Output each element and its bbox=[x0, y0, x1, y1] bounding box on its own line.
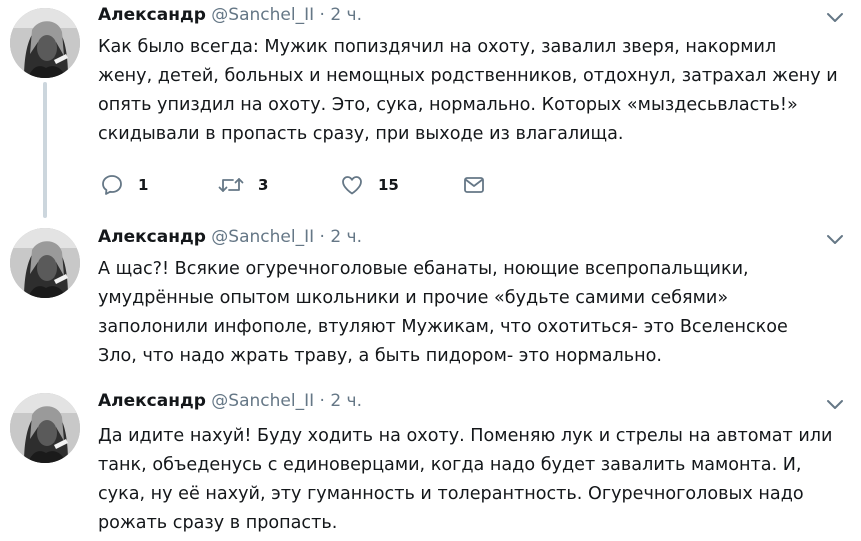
author-name[interactable]: Александр bbox=[98, 5, 206, 25]
tweet-text-line: опять упиздил на охоту. Это, сука, норма… bbox=[98, 95, 798, 115]
avatar-photo-icon bbox=[10, 8, 80, 78]
tweet-text-line: Зло, что надо жрать траву, а быть пидоро… bbox=[98, 346, 663, 366]
tweet-text-line: скидывали в пропасть сразу, при выходе и… bbox=[98, 124, 624, 144]
tweet[interactable]: Александр @Sanchel_II · 2 ч. Да идите на… bbox=[0, 385, 861, 541]
author-name[interactable]: Александр bbox=[98, 391, 206, 411]
avatar-photo-icon bbox=[10, 228, 80, 298]
message-icon bbox=[464, 177, 484, 193]
reply-button[interactable]: 1 bbox=[100, 172, 148, 198]
tweet-text-line: умудрённые опытом школьники и прочие «бу… bbox=[98, 288, 729, 308]
chevron-down-icon[interactable] bbox=[826, 399, 844, 411]
author-handle[interactable]: @Sanchel_II bbox=[211, 5, 314, 25]
avatar-photo-icon bbox=[10, 393, 80, 463]
tweet-text: А щас?! Всякие огуречноголовые ебанаты, … bbox=[98, 255, 854, 371]
retweet-icon bbox=[218, 178, 244, 192]
retweet-button[interactable]: 3 bbox=[218, 172, 268, 198]
avatar[interactable] bbox=[10, 228, 80, 298]
separator: · bbox=[319, 5, 325, 25]
tweet-text-line: сука, ну её нахуй, эту гуманность и толе… bbox=[98, 484, 804, 504]
like-button[interactable]: 15 bbox=[340, 172, 399, 198]
author-handle[interactable]: @Sanchel_II bbox=[211, 227, 314, 247]
tweet-text-line: Да идите нахуй! Буду ходить на охоту. По… bbox=[98, 426, 833, 446]
retweet-count: 3 bbox=[258, 176, 269, 194]
tweet-text-line: рожать сразу в пропасть. bbox=[98, 513, 338, 533]
tweet-text-line: заполонили инфополе, втуляют Мужикам, чт… bbox=[98, 317, 788, 337]
tweet-header: Александр @Sanchel_II · 2 ч. bbox=[98, 391, 362, 415]
like-count: 15 bbox=[378, 176, 399, 194]
separator: · bbox=[319, 391, 325, 411]
reply-count: 1 bbox=[138, 176, 149, 194]
tweet-text: Как было всегда: Мужик попиздячил на охо… bbox=[98, 33, 854, 149]
reply-icon bbox=[102, 175, 122, 195]
direct-message-button[interactable] bbox=[462, 172, 486, 198]
tweet-text-line: танк, объеденусь с единоверцами, когда н… bbox=[98, 455, 802, 475]
tweet-thread: Александр @Sanchel_II · 2 ч. Как было вс… bbox=[0, 0, 861, 541]
chevron-down-icon[interactable] bbox=[826, 12, 844, 24]
avatar[interactable] bbox=[10, 8, 80, 78]
tweet[interactable]: Александр @Sanchel_II · 2 ч. А щас?! Вся… bbox=[0, 222, 861, 372]
author-handle[interactable]: @Sanchel_II bbox=[211, 391, 314, 411]
tweet-text: Да идите нахуй! Буду ходить на охоту. По… bbox=[98, 422, 854, 538]
timestamp[interactable]: 2 ч. bbox=[330, 227, 362, 247]
tweet-header: Александр @Sanchel_II · 2 ч. bbox=[98, 227, 362, 251]
timestamp[interactable]: 2 ч. bbox=[330, 391, 362, 411]
avatar[interactable] bbox=[10, 393, 80, 463]
tweet-text-line: А щас?! Всякие огуречноголовые ебанаты, … bbox=[98, 259, 749, 279]
tweet-text-line: Как было всегда: Мужик попиздячил на охо… bbox=[98, 37, 777, 57]
author-name[interactable]: Александр bbox=[98, 227, 206, 247]
separator: · bbox=[319, 227, 325, 247]
timestamp[interactable]: 2 ч. bbox=[330, 5, 362, 25]
like-icon bbox=[342, 176, 362, 195]
tweet-text-line: жену, детей, больных и немощных родствен… bbox=[98, 66, 838, 86]
chevron-down-icon[interactable] bbox=[826, 234, 844, 246]
tweet-header: Александр @Sanchel_II · 2 ч. bbox=[98, 5, 362, 29]
tweet[interactable]: Александр @Sanchel_II · 2 ч. Как было вс… bbox=[0, 0, 861, 215]
